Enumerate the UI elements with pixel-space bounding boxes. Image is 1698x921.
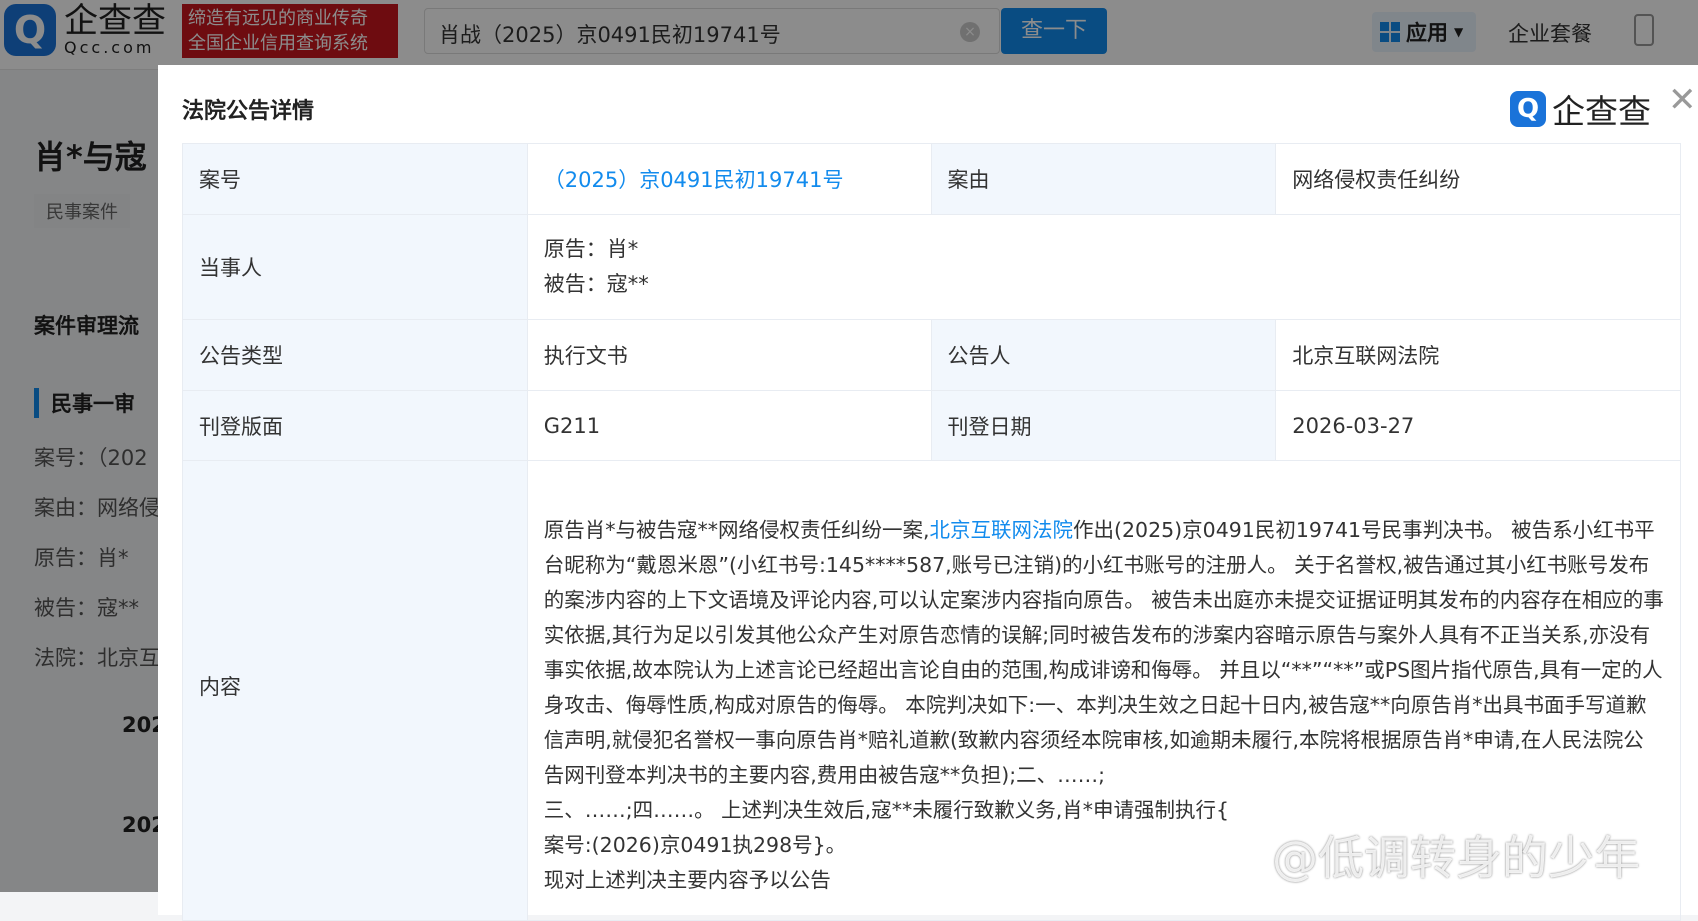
court-link[interactable]: 北京互联网法院 xyxy=(930,518,1074,542)
content-label: 内容 xyxy=(182,460,528,921)
qcc-brand: Q 企查查 xyxy=(1510,85,1651,133)
cause-label: 案由 xyxy=(930,143,1277,215)
announcer-value: 北京互联网法院 xyxy=(1275,319,1681,391)
content-text: 原告肖*与被告寇**网络侵权责任纠纷一案, xyxy=(543,518,930,542)
plaintiff-value: 原告：肖* xyxy=(543,237,639,261)
modal-title: 法院公告详情 xyxy=(182,99,315,124)
date-value: 2026-03-27 xyxy=(1275,390,1681,461)
qcc-logo-icon: Q xyxy=(1510,91,1546,127)
notice-type-value: 执行文书 xyxy=(526,319,932,391)
page-label: 刊登版面 xyxy=(182,390,528,461)
brand-text: 企查查 xyxy=(1552,92,1651,131)
cause-value: 网络侵权责任纠纷 xyxy=(1275,143,1681,215)
close-icon[interactable]: ✕ xyxy=(1668,83,1697,117)
court-notice-modal: 法院公告详情 Q 企查查 ✕ 案号 （2025）京0491民初19741号 案由… xyxy=(158,65,1698,921)
page-value: G211 xyxy=(526,390,932,461)
notice-type-label: 公告类型 xyxy=(182,319,528,391)
defendant-value: 被告：寇** xyxy=(543,272,649,296)
table-row: 当事人 原告：肖* 被告：寇** xyxy=(182,214,1682,320)
parties-label: 当事人 xyxy=(182,214,528,320)
weibo-watermark: @低调转身的少年 xyxy=(1272,831,1640,885)
case-no-link[interactable]: （2025）京0491民初19741号 xyxy=(544,168,844,192)
table-row: 刊登版面 G211 刊登日期 2026-03-27 xyxy=(182,390,1681,461)
table-row: 案号 （2025）京0491民初19741号 案由 网络侵权责任纠纷 xyxy=(182,143,1681,215)
date-label: 刊登日期 xyxy=(930,390,1277,461)
case-no-label: 案号 xyxy=(182,143,528,215)
table-row: 公告类型 执行文书 公告人 北京互联网法院 xyxy=(182,319,1681,391)
content-text: 作出(2025)京0491民初19741号民事判决书。 被告系小红书平台昵称为“… xyxy=(543,518,1664,787)
notice-detail-table: 案号 （2025）京0491民初19741号 案由 网络侵权责任纠纷 当事人 原… xyxy=(182,143,1682,921)
announcer-label: 公告人 xyxy=(930,319,1277,391)
